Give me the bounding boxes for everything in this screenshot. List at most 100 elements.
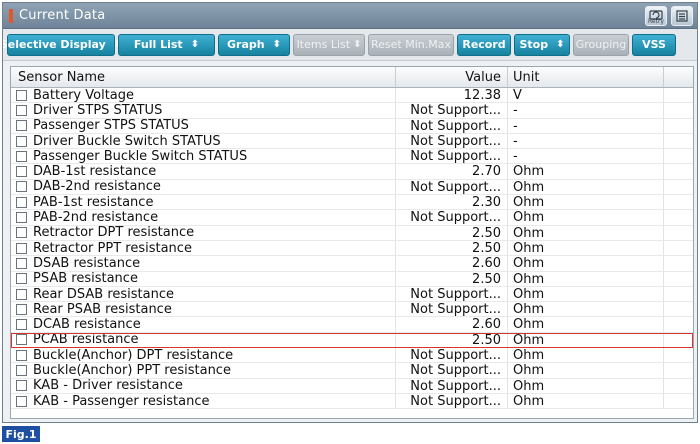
row-checkbox[interactable] [16,150,27,162]
graph-label: Graph [227,38,265,51]
table-row[interactable]: DAB-1st resistance 2.70 Ohm [11,164,693,180]
sensor-value: Not Support... [396,286,508,302]
header-unit[interactable]: Unit [508,67,664,87]
table-row[interactable]: Passenger STPS STATUS Not Support... - [11,118,693,134]
sensor-name: PCAB resistance [33,332,139,348]
updown-icon: ⬍ [272,39,281,50]
sensor-table: Sensor Name Value Unit Battery Voltage 12… [10,66,694,419]
row-checkbox[interactable] [16,120,27,132]
table-body: Battery Voltage 12.38 V Driver STPS STATUS N… [11,88,693,410]
sensor-name: Passenger STPS STATUS [33,118,189,134]
row-checkbox[interactable] [16,181,27,193]
row-checkbox[interactable] [16,349,27,361]
sensor-unit: Ohm [508,256,664,271]
table-row[interactable]: Buckle(Anchor) PPT resistance Not Support… [11,363,693,379]
row-checkbox[interactable] [16,242,27,254]
sensor-name: DCAB resistance [33,317,141,333]
header-sensor-name[interactable]: Sensor Name [11,67,396,87]
sensor-name: Retractor DPT resistance [33,225,195,241]
row-checkbox[interactable] [16,380,27,392]
row-checkbox[interactable] [16,89,27,101]
sensor-name: PAB-2nd resistance [33,210,159,226]
table-row[interactable]: PAB-1st resistance 2.30 Ohm [11,194,693,211]
sensor-value: 2.50 [396,271,508,286]
sensor-unit: Ohm [508,286,664,302]
row-extra-cell [664,134,693,148]
vss-button[interactable]: VSS [632,33,676,56]
sensor-unit: Ohm [508,393,664,409]
table-row[interactable]: DAB-2nd resistance Not Support... Ohm [11,179,693,196]
sensor-unit: - [508,103,664,118]
table-row[interactable]: PCAB resistance 2.50 Ohm [11,332,693,349]
row-checkbox[interactable] [16,212,27,224]
grouping-button[interactable]: Grouping [573,33,629,56]
sensor-name: Passenger Buckle Switch STATUS [33,148,248,164]
row-extra-cell [664,195,693,209]
sensor-name-cell: PSAB resistance [11,271,396,287]
row-checkbox[interactable] [16,135,27,147]
table-row[interactable]: DCAB resistance 2.60 Ohm [11,317,693,333]
row-checkbox[interactable] [16,166,27,178]
sensor-value: 12.38 [396,88,508,103]
full-list-button[interactable]: Full List ⬍ [118,33,215,56]
items-list-button[interactable]: Items List ⬍ [293,33,365,56]
retry-button[interactable]: Retry [645,5,667,26]
row-extra-cell [664,149,693,163]
row-checkbox[interactable] [16,104,27,116]
row-checkbox[interactable] [16,273,27,285]
sensor-unit: Ohm [508,332,664,348]
row-checkbox[interactable] [16,288,27,300]
stop-button[interactable]: Stop ⬍ [514,33,570,56]
table-row[interactable]: Driver Buckle Switch STATUS Not Support..… [11,133,693,150]
sensor-unit: Ohm [508,240,664,256]
row-checkbox[interactable] [16,364,27,376]
row-extra-cell [664,256,693,270]
table-row[interactable]: Rear PSAB resistance Not Support... Ohm [11,302,693,318]
sensor-value: Not Support... [396,302,508,317]
sensor-unit: - [508,118,664,134]
graph-button[interactable]: Graph ⬍ [218,33,290,56]
sensor-name-cell: Passenger Buckle Switch STATUS [11,148,396,164]
row-extra-cell [664,333,693,347]
table-row[interactable]: PAB-2nd resistance Not Support... Ohm [11,210,693,226]
sensor-name: KAB - Passenger resistance [33,393,210,409]
header-value[interactable]: Value [396,67,508,87]
sensor-value: Not Support... [396,103,508,118]
row-extra-cell [664,317,693,331]
sensor-name: Driver Buckle Switch STATUS [33,133,221,149]
table-row[interactable]: Passenger Buckle Switch STATUS Not Suppor… [11,148,693,165]
table-row[interactable]: Battery Voltage 12.38 V [11,88,693,104]
sensor-value: 2.50 [396,332,508,348]
table-row[interactable]: Retractor PPT resistance 2.50 Ohm [11,240,693,257]
table-row[interactable]: Driver STPS STATUS Not Support... - [11,103,693,119]
row-checkbox[interactable] [16,196,27,208]
sensor-unit: Ohm [508,271,664,287]
reset-min-max-button[interactable]: Reset Min.Max [368,33,454,56]
menu-button[interactable] [671,5,693,26]
row-checkbox[interactable] [16,334,27,346]
table-row[interactable]: Retractor DPT resistance 2.50 Ohm [11,225,693,241]
row-extra-cell [664,103,693,117]
sensor-name: PSAB resistance [33,271,138,287]
sensor-name: PAB-1st resistance [33,194,154,210]
row-checkbox[interactable] [16,303,27,315]
row-checkbox[interactable] [16,257,27,269]
sensor-value: Not Support... [396,179,508,195]
retry-label: Retry [648,17,664,25]
sensor-value: Not Support... [396,378,508,393]
table-row[interactable]: KAB - Driver resistance Not Support... Ohm [11,378,693,394]
row-extra-cell [664,363,693,377]
row-checkbox[interactable] [16,319,27,331]
row-checkbox[interactable] [16,227,27,239]
row-checkbox[interactable] [16,395,27,407]
table-row[interactable]: PSAB resistance 2.50 Ohm [11,271,693,287]
table-row[interactable]: Buckle(Anchor) DPT resistance Not Support… [11,348,693,364]
selective-display-button[interactable]: Selective Display ⬍ [3,33,122,56]
record-button[interactable]: Record [457,33,511,56]
table-row[interactable]: KAB - Passenger resistance Not Support...… [11,393,693,410]
table-row[interactable]: Rear DSAB resistance Not Support... Ohm [11,286,693,303]
sensor-value: Not Support... [396,363,508,378]
sensor-name: DAB-2nd resistance [33,179,161,195]
row-extra-cell [664,226,693,240]
table-row[interactable]: DSAB resistance 2.60 Ohm [11,256,693,272]
